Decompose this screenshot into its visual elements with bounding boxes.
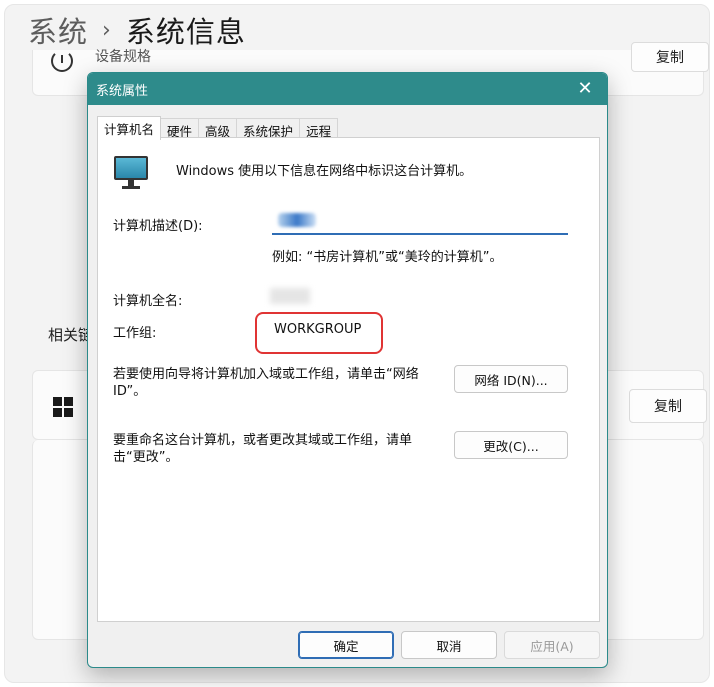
cancel-button[interactable]: 取消: [401, 631, 497, 659]
change-button[interactable]: 更改(C)...: [454, 431, 568, 459]
network-id-button[interactable]: 网络 ID(N)...: [454, 365, 568, 393]
tab-bar: 计算机名 硬件 高级 系统保护 远程: [97, 116, 339, 140]
workgroup-label: 工作组:: [113, 326, 157, 341]
info-icon: [51, 50, 73, 72]
computer-icon: [114, 156, 148, 190]
breadcrumb-separator: ›: [102, 17, 112, 43]
tab-computer-name[interactable]: 计算机名: [97, 116, 162, 140]
system-properties-dialog: 系统属性 ✕ 计算机名 硬件 高级 系统保护 远程 Windows 使用以下信息…: [87, 72, 608, 668]
dialog-titlebar[interactable]: 系统属性 ✕: [88, 73, 607, 105]
tab-hardware[interactable]: 硬件: [160, 118, 200, 139]
redacted-description: [278, 213, 316, 227]
intro-text: Windows 使用以下信息在网络中标识这台计算机。: [176, 164, 473, 179]
description-label: 计算机描述(D):: [113, 219, 203, 234]
tab-system-protection[interactable]: 系统保护: [236, 118, 301, 139]
device-spec-label: 设备规格: [95, 49, 151, 65]
redacted-full-name: [270, 288, 310, 304]
network-id-hint: 若要使用向导将计算机加入域或工作组，请单击“网络 ID”。: [113, 367, 419, 399]
full-name-label: 计算机全名:: [113, 294, 183, 309]
close-icon[interactable]: ✕: [573, 80, 597, 98]
tab-advanced[interactable]: 高级: [198, 118, 238, 139]
copy-button[interactable]: 复制: [631, 42, 709, 72]
windows-logo-icon: [53, 397, 73, 417]
page-title: 系统信息: [125, 15, 246, 49]
dialog-title: 系统属性: [96, 83, 149, 99]
example-text: 例如: “书房计算机”或“美玲的计算机”。: [272, 250, 503, 265]
rename-hint: 要重命名这台计算机，或者更改其域或工作组，请单击“更改”。: [113, 433, 413, 465]
copy-button-2[interactable]: 复制: [629, 389, 707, 423]
computer-description-input[interactable]: [272, 209, 568, 235]
computer-name-panel: Windows 使用以下信息在网络中标识这台计算机。 计算机描述(D): 例如:…: [97, 137, 600, 622]
breadcrumb: 系统 › 系统信息: [28, 10, 246, 50]
apply-button[interactable]: 应用(A): [504, 631, 600, 659]
breadcrumb-parent[interactable]: 系统: [28, 9, 88, 51]
workgroup-highlight: [255, 312, 383, 354]
tab-remote[interactable]: 远程: [299, 118, 339, 139]
ok-button[interactable]: 确定: [298, 631, 394, 659]
